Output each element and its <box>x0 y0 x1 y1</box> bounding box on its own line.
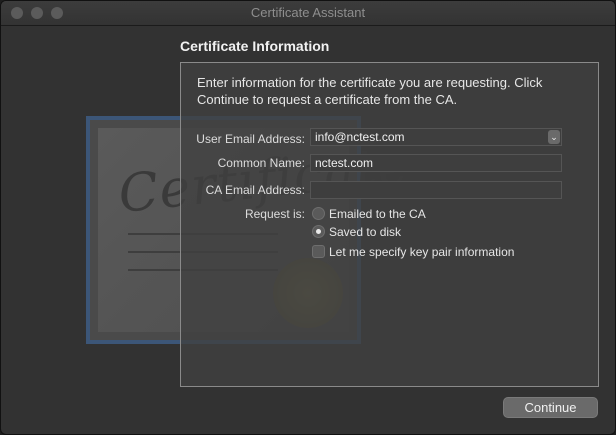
section-title: Certificate Information <box>180 38 330 54</box>
common-name-field[interactable]: nctest.com <box>310 154 562 172</box>
emailed-to-ca-label: Emailed to the CA <box>329 207 426 221</box>
common-name-value: nctest.com <box>315 156 374 170</box>
ca-email-field[interactable] <box>310 181 562 199</box>
request-is-label: Request is: <box>244 207 305 221</box>
key-pair-label: Let me specify key pair information <box>329 245 515 259</box>
emailed-to-ca-radio[interactable] <box>312 207 325 220</box>
continue-button[interactable]: Continue <box>503 397 598 418</box>
title-bar: Certificate Assistant <box>1 1 615 26</box>
common-name-label: Common Name: <box>217 156 305 170</box>
certificate-info-panel: Enter information for the certificate yo… <box>180 62 599 387</box>
ca-email-label: CA Email Address: <box>205 183 305 197</box>
user-email-select[interactable]: info@nctest.com ⌄ <box>310 128 562 146</box>
chevron-updown-icon[interactable]: ⌄ <box>548 130 560 144</box>
key-pair-checkbox[interactable] <box>312 245 325 258</box>
user-email-label: User Email Address: <box>196 132 305 146</box>
intro-text: Enter information for the certificate yo… <box>197 75 543 107</box>
certificate-assistant-window: Certificate Assistant Certificate Certif… <box>0 0 616 435</box>
saved-to-disk-radio[interactable] <box>312 225 325 238</box>
user-email-value: info@nctest.com <box>315 130 405 144</box>
window-title: Certificate Assistant <box>250 5 366 20</box>
saved-to-disk-label: Saved to disk <box>329 225 402 239</box>
